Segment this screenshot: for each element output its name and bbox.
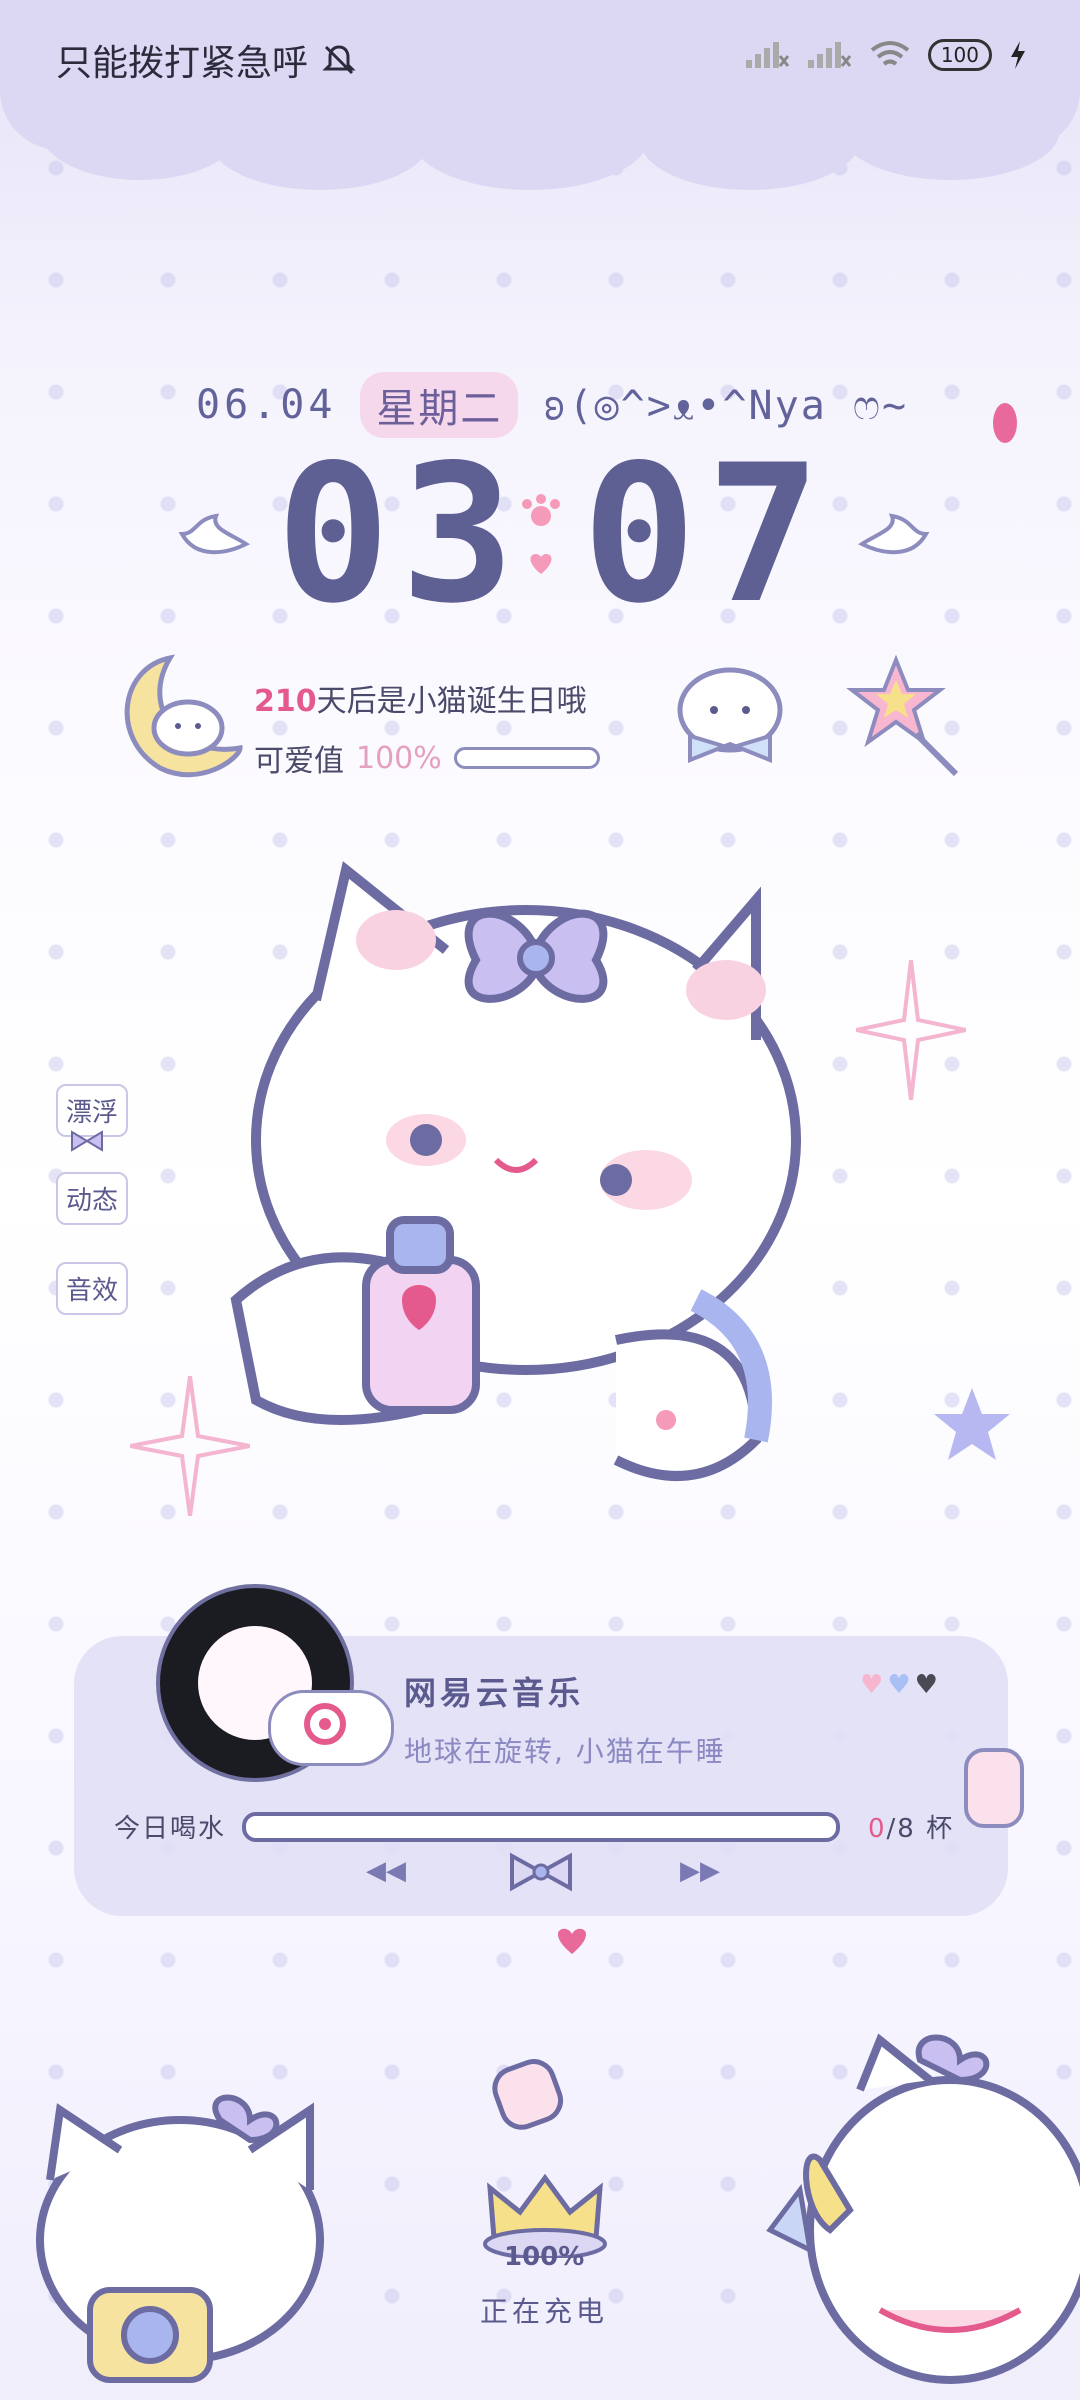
cute-value: 100% xyxy=(356,740,442,776)
paw-icon xyxy=(522,494,560,574)
water-progress-bar[interactable] xyxy=(242,1812,840,1842)
cloud-bump xyxy=(640,90,860,190)
signal-icon xyxy=(807,42,851,68)
camera-cat-illustration xyxy=(36,2094,324,2383)
wifi-icon xyxy=(870,41,910,66)
water-label: 今日喝水 xyxy=(114,1814,227,1844)
battery-icon: 100 xyxy=(927,39,992,71)
bell-off-icon xyxy=(322,45,356,75)
wing-right-icon xyxy=(858,513,930,555)
music-app-name: 网易云音乐 xyxy=(404,1674,585,1712)
side-menu-dynamic[interactable]: 动态 xyxy=(56,1172,129,1225)
cute-label: 可爱值 xyxy=(254,744,344,779)
music-track: 地球在旋转, 小猫在午睡 xyxy=(404,1735,726,1768)
birthday-text: 天后是小猫诞生日哦 xyxy=(316,684,587,719)
star-wand-icon xyxy=(846,654,959,777)
heart-icon xyxy=(993,403,1017,443)
status-left: 只能拨打紧急呼 xyxy=(56,34,358,86)
moon-cat-icon xyxy=(124,654,243,778)
wing-left-icon xyxy=(178,513,250,555)
charging-bolt-icon xyxy=(1011,41,1025,69)
heart-black-icon[interactable]: ♥ xyxy=(915,1670,938,1700)
play-pause-bow-icon[interactable] xyxy=(506,1852,576,1892)
cloud-bump xyxy=(410,80,650,190)
clock-hours: 03 xyxy=(276,424,525,645)
cute-meter: 可爱值 100% xyxy=(254,736,600,780)
birthday-days: 210 xyxy=(254,684,317,719)
clock-minutes: 07 xyxy=(582,424,831,645)
heart-icon xyxy=(558,1928,586,1954)
cloud-bump xyxy=(40,80,240,180)
cup-icon xyxy=(964,1748,1024,1828)
star-icon xyxy=(934,1388,1010,1460)
carrier-text: 只能拨打紧急呼 xyxy=(56,43,309,84)
cloud-bump xyxy=(210,90,430,190)
sparkle-icon xyxy=(856,960,966,1100)
next-track-icon[interactable]: ▶▶ xyxy=(680,1856,720,1886)
kaomoji-text: ʚ(◎^>ᴥ•^Nya ෆ~ xyxy=(542,382,909,429)
status-right: 100 xyxy=(744,38,1028,72)
heart-blue-icon[interactable]: ♥ xyxy=(887,1670,910,1700)
color-hearts[interactable]: ♥ ♥ ♥ xyxy=(860,1670,938,1700)
signal-icon xyxy=(745,42,789,68)
previous-track-icon[interactable]: ◀◀ xyxy=(366,1856,406,1886)
sticker-icon xyxy=(492,2059,564,2130)
water-total: /8 杯 xyxy=(886,1814,955,1844)
water-count: 0/8 杯 xyxy=(868,1808,954,1845)
heart-pink-icon[interactable]: ♥ xyxy=(860,1670,883,1700)
date-text: 06.04 xyxy=(196,382,337,428)
birthday-countdown: 210天后是小猫诞生日哦 xyxy=(254,676,587,720)
phone-cat-illustration xyxy=(766,2033,1080,2384)
charging-status: 正在充电 xyxy=(480,2295,609,2328)
netease-note-icon xyxy=(304,1703,346,1745)
bow-icon xyxy=(71,1130,103,1152)
sparkle-icon xyxy=(130,1376,250,1516)
charging-percent: 100% xyxy=(504,2242,585,2272)
cute-progress-bar xyxy=(453,747,600,769)
cloud-bump xyxy=(840,80,1060,180)
side-menu-sound[interactable]: 音效 xyxy=(56,1262,129,1315)
main-cat-illustration xyxy=(230,861,801,1481)
bow-cat-sticker-icon xyxy=(677,667,783,763)
water-current: 0 xyxy=(868,1814,887,1844)
